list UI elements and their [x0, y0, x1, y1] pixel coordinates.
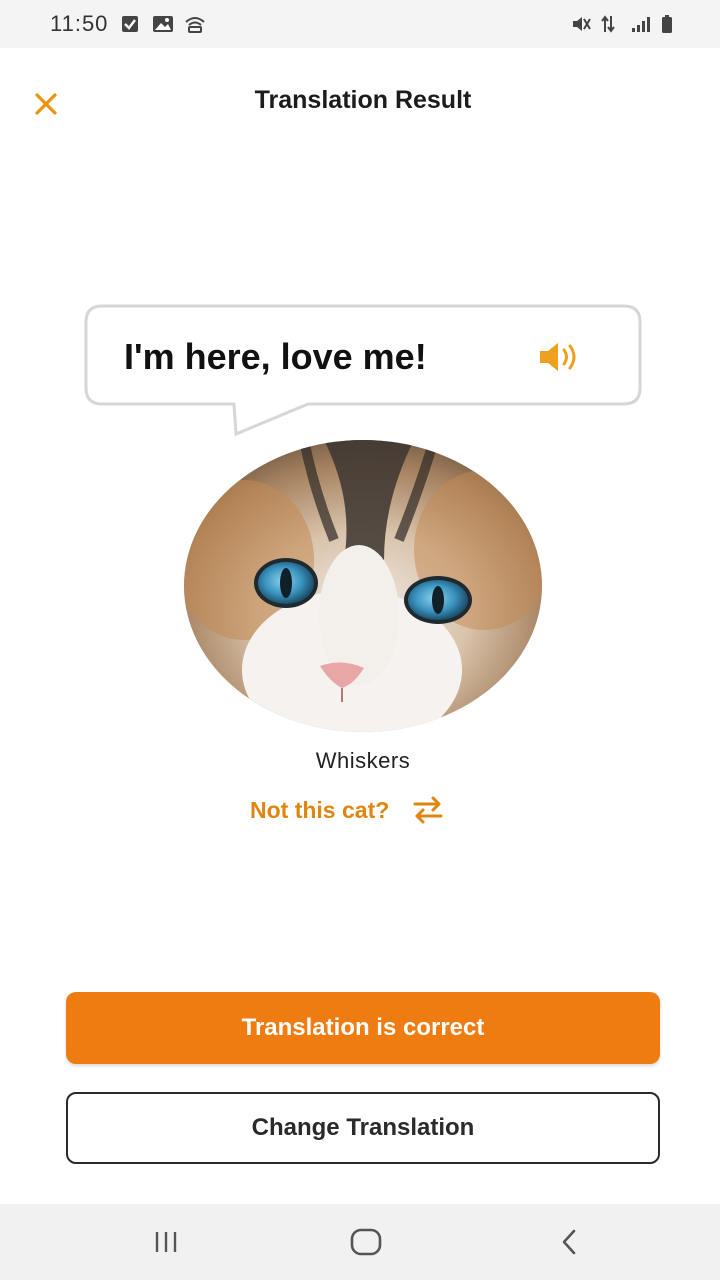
recent-apps-icon — [155, 1232, 177, 1252]
back-icon — [562, 1229, 576, 1255]
cat-name: Whiskers — [315, 748, 411, 773]
status-bar: 11:50 — [0, 0, 720, 48]
system-nav-bar — [0, 1204, 720, 1280]
swap-arrows-icon — [413, 796, 443, 824]
check-box-icon — [120, 14, 140, 34]
data-arrows-icon — [600, 14, 620, 34]
status-bar-left: 11:50 — [50, 11, 206, 37]
header: Translation Result — [0, 48, 720, 158]
translation-correct-button[interactable]: Translation is correct — [66, 992, 660, 1064]
home-button[interactable] — [346, 1224, 386, 1260]
translation-text: I'm here, love me! — [124, 336, 427, 377]
signal-icon — [630, 14, 650, 34]
change-translation-button[interactable]: Change Translation — [66, 1092, 660, 1164]
home-icon — [350, 1228, 382, 1256]
wifi-hotspot-icon — [184, 14, 206, 34]
page-title: Translation Result — [254, 86, 472, 114]
battery-icon — [660, 14, 680, 34]
speaker-icon — [540, 343, 576, 371]
image-icon — [152, 14, 174, 34]
change-cat-link[interactable]: Not this cat? — [250, 792, 445, 828]
translation-bubble: I'm here, love me! — [84, 304, 642, 440]
status-time: 11:50 — [50, 11, 109, 36]
recent-apps-button[interactable] — [146, 1224, 186, 1260]
cat-face-illustration — [184, 440, 542, 732]
cat-photo — [184, 440, 542, 732]
back-button[interactable] — [550, 1224, 590, 1260]
change-cat-label: Not this cat? — [250, 796, 390, 823]
status-bar-right — [570, 14, 680, 34]
play-audio-button[interactable] — [536, 337, 588, 377]
mute-vibrate-icon — [570, 14, 591, 34]
